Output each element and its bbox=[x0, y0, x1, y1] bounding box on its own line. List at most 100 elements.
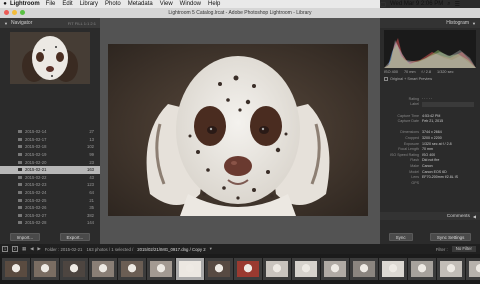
collapse-triangle-icon[interactable]: ▼ bbox=[4, 21, 8, 26]
folder-source-label[interactable]: Folder : 2015-02-21 bbox=[45, 247, 83, 252]
thumbnail-image bbox=[34, 261, 56, 277]
grid-view-icon[interactable]: ▦ bbox=[22, 246, 26, 252]
export-button[interactable]: Export... bbox=[59, 233, 91, 241]
menu-help[interactable]: Help bbox=[208, 1, 220, 7]
folder-row[interactable]: 2015-02-19 99 bbox=[0, 151, 100, 159]
metadata-row: Flash Did not fire bbox=[380, 158, 480, 164]
monitor-1-button[interactable]: 1 bbox=[2, 246, 8, 252]
metadata-key: Dimensions bbox=[400, 130, 419, 135]
folder-row[interactable]: 2015-02-24 64 bbox=[0, 189, 100, 197]
menu-file[interactable]: File bbox=[46, 1, 56, 7]
folder-row[interactable]: 2015-02-20 23 bbox=[0, 158, 100, 166]
menu-photo[interactable]: Photo bbox=[105, 1, 121, 7]
zoom-icon[interactable] bbox=[20, 10, 25, 15]
filmstrip-thumbnail-selected[interactable] bbox=[176, 258, 204, 280]
folder-row[interactable]: 2015-02-14 27 bbox=[0, 128, 100, 136]
filmstrip-thumbnail[interactable] bbox=[60, 258, 88, 280]
metadata-row: Label bbox=[380, 102, 480, 108]
menu-clock[interactable]: Wed Mar 9 2:06 PM bbox=[390, 1, 443, 7]
menu-metadata[interactable]: Metadata bbox=[128, 1, 153, 7]
metadata-key: Cropped bbox=[405, 135, 419, 140]
metadata-key: Focal Length bbox=[398, 147, 419, 152]
folder-row[interactable]: 2015-02-28 144 bbox=[0, 219, 100, 227]
import-button[interactable]: Import... bbox=[9, 233, 41, 241]
folder-icon bbox=[18, 213, 22, 217]
folder-count: 27 bbox=[89, 129, 94, 135]
back-arrow-icon[interactable]: ◀ bbox=[30, 246, 33, 252]
collapse-triangle-icon[interactable]: ▼ bbox=[472, 21, 476, 26]
menu-edit[interactable]: Edit bbox=[62, 1, 72, 7]
folder-name: 2015-02-27 bbox=[25, 212, 47, 218]
search-icon[interactable]: ⌕ bbox=[447, 1, 450, 8]
sync-settings-button[interactable]: Sync Settings bbox=[429, 233, 472, 241]
folder-row[interactable]: 2015-02-17 13 bbox=[0, 136, 100, 144]
folder-name: 2015-02-20 bbox=[25, 159, 47, 165]
filmstrip-thumbnail[interactable] bbox=[31, 258, 59, 280]
comments-header[interactable]: Comments ◀ bbox=[380, 212, 480, 220]
battery-icon[interactable] bbox=[380, 1, 386, 7]
folder-row[interactable]: 2015-02-25 21 bbox=[0, 196, 100, 204]
navigator-header[interactable]: ▼ Navigator FIT FILL 1:1 2:1 bbox=[0, 18, 100, 28]
monitor-2-button[interactable]: 2 bbox=[12, 246, 18, 252]
loupe-view[interactable] bbox=[100, 18, 380, 244]
metadata-value: 3744 x 2664 bbox=[422, 130, 442, 135]
filmstrip-thumbnail[interactable] bbox=[205, 258, 233, 280]
folder-count: 35 bbox=[89, 205, 94, 211]
histogram[interactable] bbox=[384, 30, 476, 68]
metadata-key: Exposure bbox=[403, 141, 419, 146]
comments-label: Comments bbox=[446, 213, 470, 219]
filmstrip-thumbnail[interactable] bbox=[147, 258, 175, 280]
collapse-triangle-icon[interactable]: ◀ bbox=[473, 214, 476, 219]
filmstrip-thumbnail[interactable] bbox=[89, 258, 117, 280]
filmstrip-thumbnail[interactable] bbox=[350, 258, 378, 280]
close-icon[interactable] bbox=[4, 10, 9, 15]
label-field[interactable] bbox=[422, 102, 474, 107]
metadata-row: GPS bbox=[380, 180, 480, 186]
filmstrip-thumbnail[interactable] bbox=[2, 258, 30, 280]
filmstrip-thumbnail[interactable] bbox=[292, 258, 320, 280]
metadata-value[interactable]: · · · · · bbox=[422, 97, 480, 101]
thumbnail-image bbox=[237, 261, 259, 277]
menu-list-icon[interactable]: ☰ bbox=[455, 1, 460, 8]
filmstrip-thumbnail[interactable] bbox=[234, 258, 262, 280]
forward-arrow-icon[interactable]: ▶ bbox=[37, 246, 40, 252]
navigator-preview[interactable] bbox=[10, 32, 90, 84]
metadata-key: Capture Date bbox=[397, 119, 419, 124]
filmstrip-thumbnail[interactable] bbox=[408, 258, 436, 280]
folder-count: 163 bbox=[87, 167, 94, 173]
thumbnail-image bbox=[179, 261, 201, 277]
menu-app-name[interactable]: Lightroom bbox=[10, 1, 40, 7]
file-path-label[interactable]: 2015/02/21/IMG_0917.dng / Copy 2 bbox=[137, 247, 205, 252]
filmstrip-thumbnail[interactable] bbox=[466, 258, 480, 280]
filmstrip-thumbnail[interactable] bbox=[437, 258, 465, 280]
folder-row[interactable]: 2015-02-23 123 bbox=[0, 181, 100, 189]
left-panel-buttons: Import... Export... bbox=[0, 230, 100, 244]
folder-row[interactable]: 2015-02-26 35 bbox=[0, 204, 100, 212]
folder-row[interactable]: 2015-02-27 382 bbox=[0, 212, 100, 220]
filmstrip-thumbnail[interactable] bbox=[321, 258, 349, 280]
checkbox-icon[interactable] bbox=[384, 77, 388, 81]
folder-icon bbox=[18, 191, 22, 195]
thumbnail-image bbox=[382, 261, 404, 277]
folder-row-selected[interactable]: 2015-02-21 163 bbox=[0, 165, 100, 174]
left-panel: ▼ Navigator FIT FILL 1:1 2:1 2015-02-14 2… bbox=[0, 18, 100, 244]
folder-row[interactable]: 2015-02-22 43 bbox=[0, 174, 100, 182]
apple-icon[interactable]: ● bbox=[0, 1, 10, 7]
right-panel-buttons: Sync Sync Settings bbox=[380, 230, 480, 244]
navigator-zoom-modes[interactable]: FIT FILL 1:1 2:1 bbox=[68, 21, 96, 26]
filmstrip-thumbnail[interactable] bbox=[263, 258, 291, 280]
menu-library[interactable]: Library bbox=[80, 1, 98, 7]
histogram-header[interactable]: Histogram ▼ bbox=[380, 18, 480, 28]
filmstrip-thumbnail[interactable] bbox=[118, 258, 146, 280]
main-photo[interactable] bbox=[108, 44, 368, 216]
metadata-key: Make bbox=[410, 163, 419, 168]
menu-window[interactable]: Window bbox=[180, 1, 201, 7]
minimize-icon[interactable] bbox=[12, 10, 17, 15]
filter-dropdown[interactable]: No Filter bbox=[451, 246, 476, 252]
dropdown-arrow-icon[interactable]: ▾ bbox=[210, 246, 212, 252]
menu-view[interactable]: View bbox=[160, 1, 173, 7]
sync-button[interactable]: Sync bbox=[388, 233, 413, 241]
window-title-bar: Lightroom 5 Catalog.lrcat - Adobe Photos… bbox=[0, 8, 480, 18]
filmstrip-thumbnail[interactable] bbox=[379, 258, 407, 280]
folder-row[interactable]: 2015-02-18 102 bbox=[0, 143, 100, 151]
